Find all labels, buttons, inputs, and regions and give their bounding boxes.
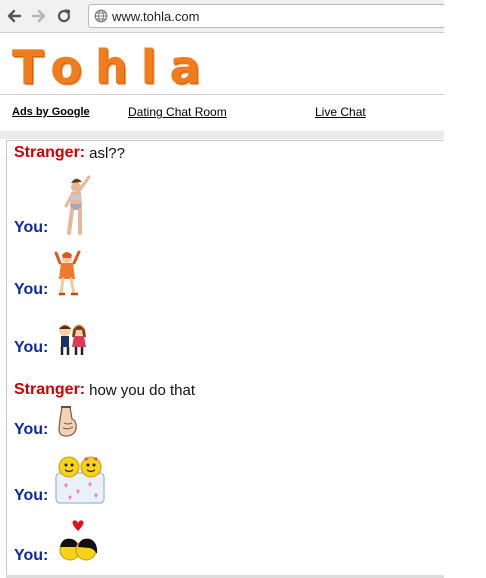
address-bar[interactable]: www.tohla.com <box>88 4 448 28</box>
back-button[interactable] <box>3 5 25 27</box>
reload-icon <box>57 9 71 23</box>
header-divider <box>0 94 444 95</box>
dancing-woman-emote <box>64 175 91 235</box>
speaker-label: You: <box>14 339 49 356</box>
section-separator <box>0 131 444 139</box>
chat-message: Stranger: how you do that <box>14 381 195 399</box>
speaker-label: You: <box>14 219 49 236</box>
chat-log: Stranger: asl?? You: You: You: Stranger:… <box>6 140 444 576</box>
dating-chat-room-link[interactable]: Dating Chat Room <box>128 105 227 119</box>
chat-message: You: <box>14 405 82 439</box>
site-header: Tohla <box>0 34 444 94</box>
speaker-label: Stranger: <box>14 381 86 398</box>
ads-by-google-link[interactable]: Ads by Google <box>12 106 90 118</box>
speaker-label: You: <box>14 487 49 504</box>
message-text: asl?? <box>89 145 125 162</box>
chat-message: You: <box>14 519 102 565</box>
browser-toolbar: www.tohla.com <box>0 0 448 33</box>
chat-message: You: <box>14 173 112 237</box>
url-text: www.tohla.com <box>112 8 200 24</box>
forward-icon <box>31 9 46 23</box>
couple-emote <box>59 324 87 355</box>
globe-icon <box>94 9 108 23</box>
reload-button[interactable] <box>53 5 75 27</box>
speaker-label: Stranger: <box>14 144 86 161</box>
waving-dancer-emote <box>54 250 81 296</box>
message-text: how you do that <box>89 382 196 399</box>
chat-message: You: <box>14 321 90 357</box>
smileys-in-box-emote <box>55 456 105 504</box>
back-icon <box>7 9 22 23</box>
chat-message: You: <box>14 453 106 505</box>
speaker-label: You: <box>14 547 49 564</box>
chat-message: Stranger: asl?? <box>14 144 125 162</box>
speaker-label: You: <box>14 281 49 298</box>
site-logo[interactable]: Tohla <box>12 40 213 94</box>
chat-message: You: <box>14 249 82 299</box>
thumbs-down-emote <box>58 406 78 437</box>
kissing-couple-emote <box>59 520 98 561</box>
ad-links-row: Ads by Google Dating Chat Room Live Chat <box>0 96 444 132</box>
speaker-label: You: <box>14 421 49 438</box>
live-chat-link[interactable]: Live Chat <box>315 105 366 119</box>
forward-button[interactable] <box>28 5 50 27</box>
window-margin <box>444 0 486 578</box>
